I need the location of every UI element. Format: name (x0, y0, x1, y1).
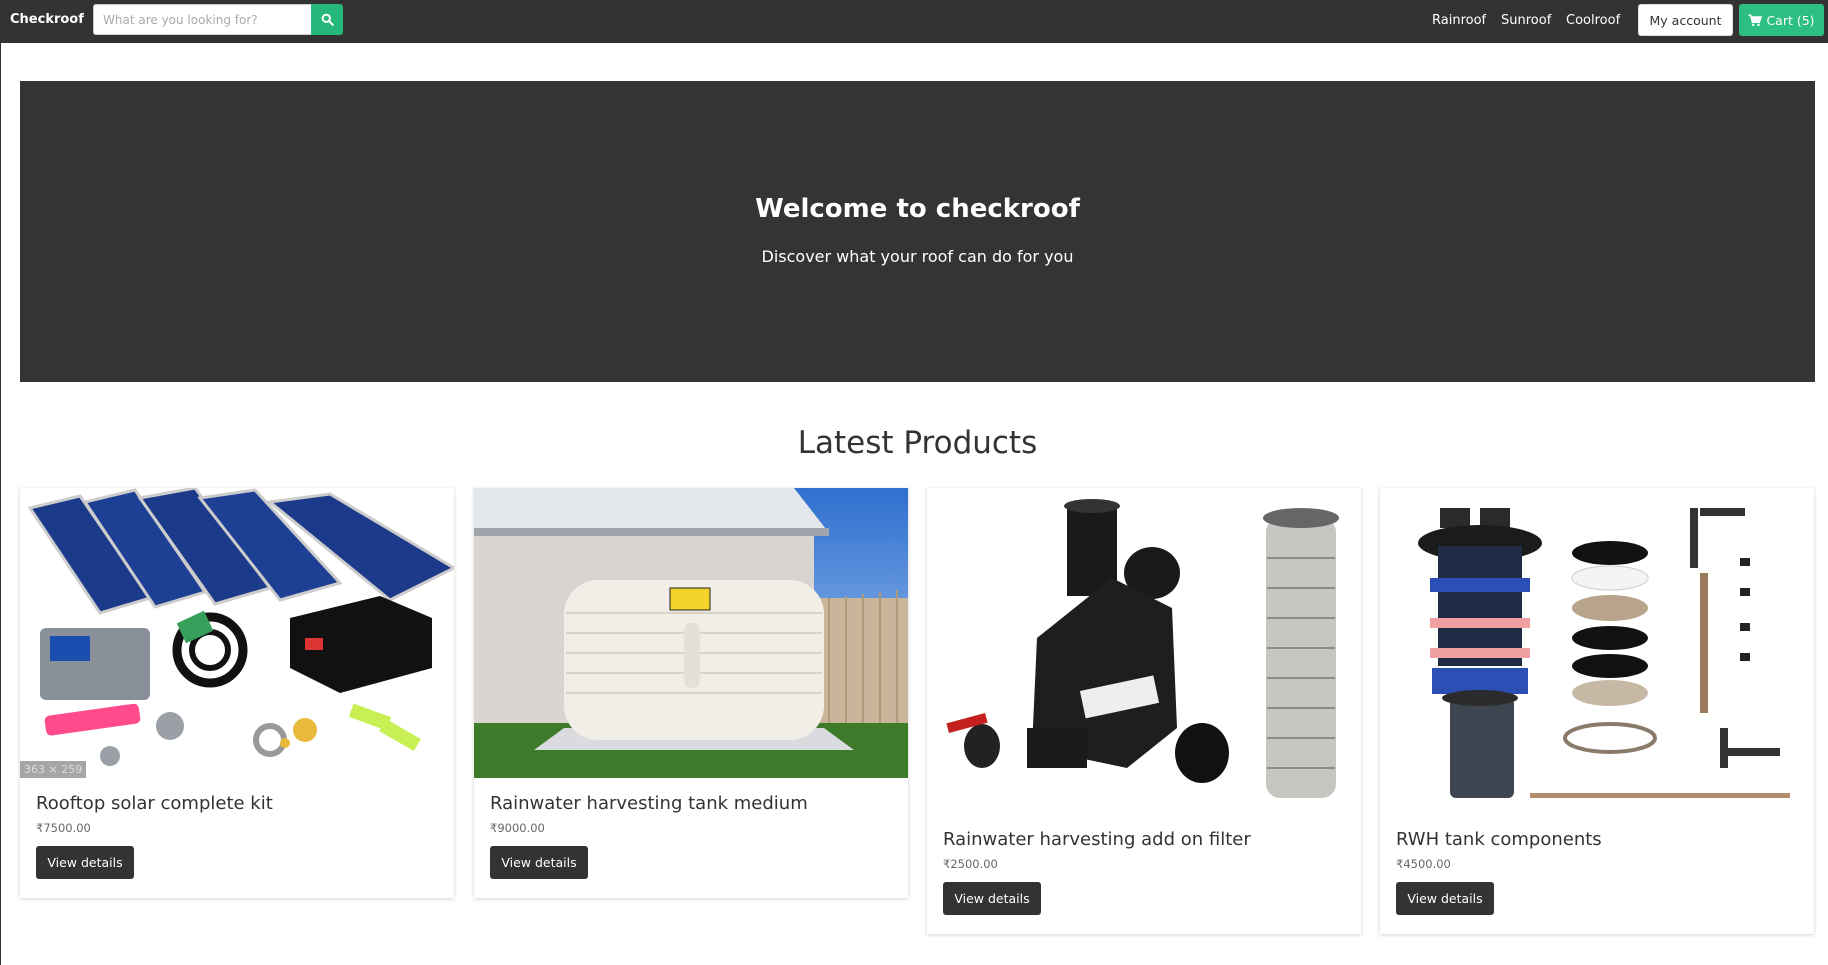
search-bar (93, 4, 343, 35)
page-edge (0, 43, 1, 965)
view-details-button[interactable]: View details (943, 882, 1041, 915)
product-price: ₹4500.00 (1396, 857, 1451, 871)
image-size-badge: 363 × 259 (20, 761, 87, 778)
hero-subtitle: Discover what your roof can do for you (761, 247, 1074, 266)
product-card: Rainwater harvesting add on filter ₹2500… (927, 488, 1361, 934)
product-price: ₹9000.00 (490, 821, 545, 835)
brand-logo[interactable]: Checkroof (10, 12, 84, 27)
product-card: Rainwater harvesting tank medium ₹9000.0… (474, 488, 908, 898)
view-details-button[interactable]: View details (1396, 882, 1494, 915)
hero-banner: Welcome to checkroof Discover what your … (20, 81, 1815, 382)
my-account-button[interactable]: My account (1638, 4, 1733, 36)
nav-link-coolroof[interactable]: Coolroof (1566, 13, 1620, 28)
tank-components-image[interactable] (1380, 488, 1814, 813)
hero-title: Welcome to checkroof (755, 194, 1080, 224)
cart-button[interactable]: Cart (5) (1739, 4, 1824, 36)
solar-kit-image[interactable]: 363 × 259 (20, 488, 454, 778)
product-name[interactable]: Rainwater harvesting tank medium (490, 793, 808, 814)
product-name[interactable]: Rooftop solar complete kit (36, 793, 273, 814)
product-price: ₹7500.00 (36, 821, 91, 835)
product-card: RWH tank components ₹4500.00 View detail… (1380, 488, 1814, 934)
view-details-button[interactable]: View details (490, 846, 588, 879)
rain-filter-image[interactable] (927, 488, 1361, 813)
search-icon (321, 13, 334, 26)
product-name[interactable]: RWH tank components (1396, 829, 1602, 850)
product-card: 363 × 259 Rooftop solar complete kit ₹75… (20, 488, 454, 898)
cart-icon (1748, 14, 1763, 26)
product-name[interactable]: Rainwater harvesting add on filter (943, 829, 1251, 850)
nav-link-sunroof[interactable]: Sunroof (1501, 13, 1551, 28)
nav-link-rainroof[interactable]: Rainroof (1432, 13, 1486, 28)
search-button[interactable] (311, 4, 343, 35)
search-input[interactable] (93, 4, 311, 35)
top-navbar: Checkroof Rainroof Sunroof Coolroof My a… (0, 0, 1828, 43)
view-details-button[interactable]: View details (36, 846, 134, 879)
latest-products-heading: Latest Products (797, 425, 1038, 461)
product-price: ₹2500.00 (943, 857, 998, 871)
my-account-label: My account (1649, 12, 1722, 28)
cart-label: Cart (5) (1766, 12, 1815, 28)
water-tank-image[interactable] (474, 488, 908, 778)
